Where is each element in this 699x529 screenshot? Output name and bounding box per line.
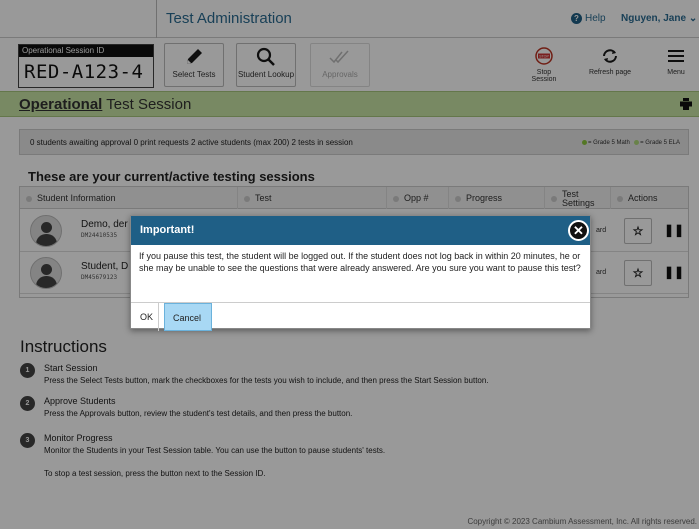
cancel-button[interactable]: Cancel <box>164 303 212 331</box>
dialog-title: Important! <box>131 216 590 245</box>
dialog-message: If you pause this test, the student will… <box>139 251 581 273</box>
dialog-footer: OK Cancel <box>131 302 590 331</box>
ok-button[interactable]: OK <box>132 303 159 331</box>
close-icon[interactable]: ✕ <box>568 220 589 241</box>
pause-confirmation-dialog: Important! ✕ If you pause this test, the… <box>130 215 591 331</box>
